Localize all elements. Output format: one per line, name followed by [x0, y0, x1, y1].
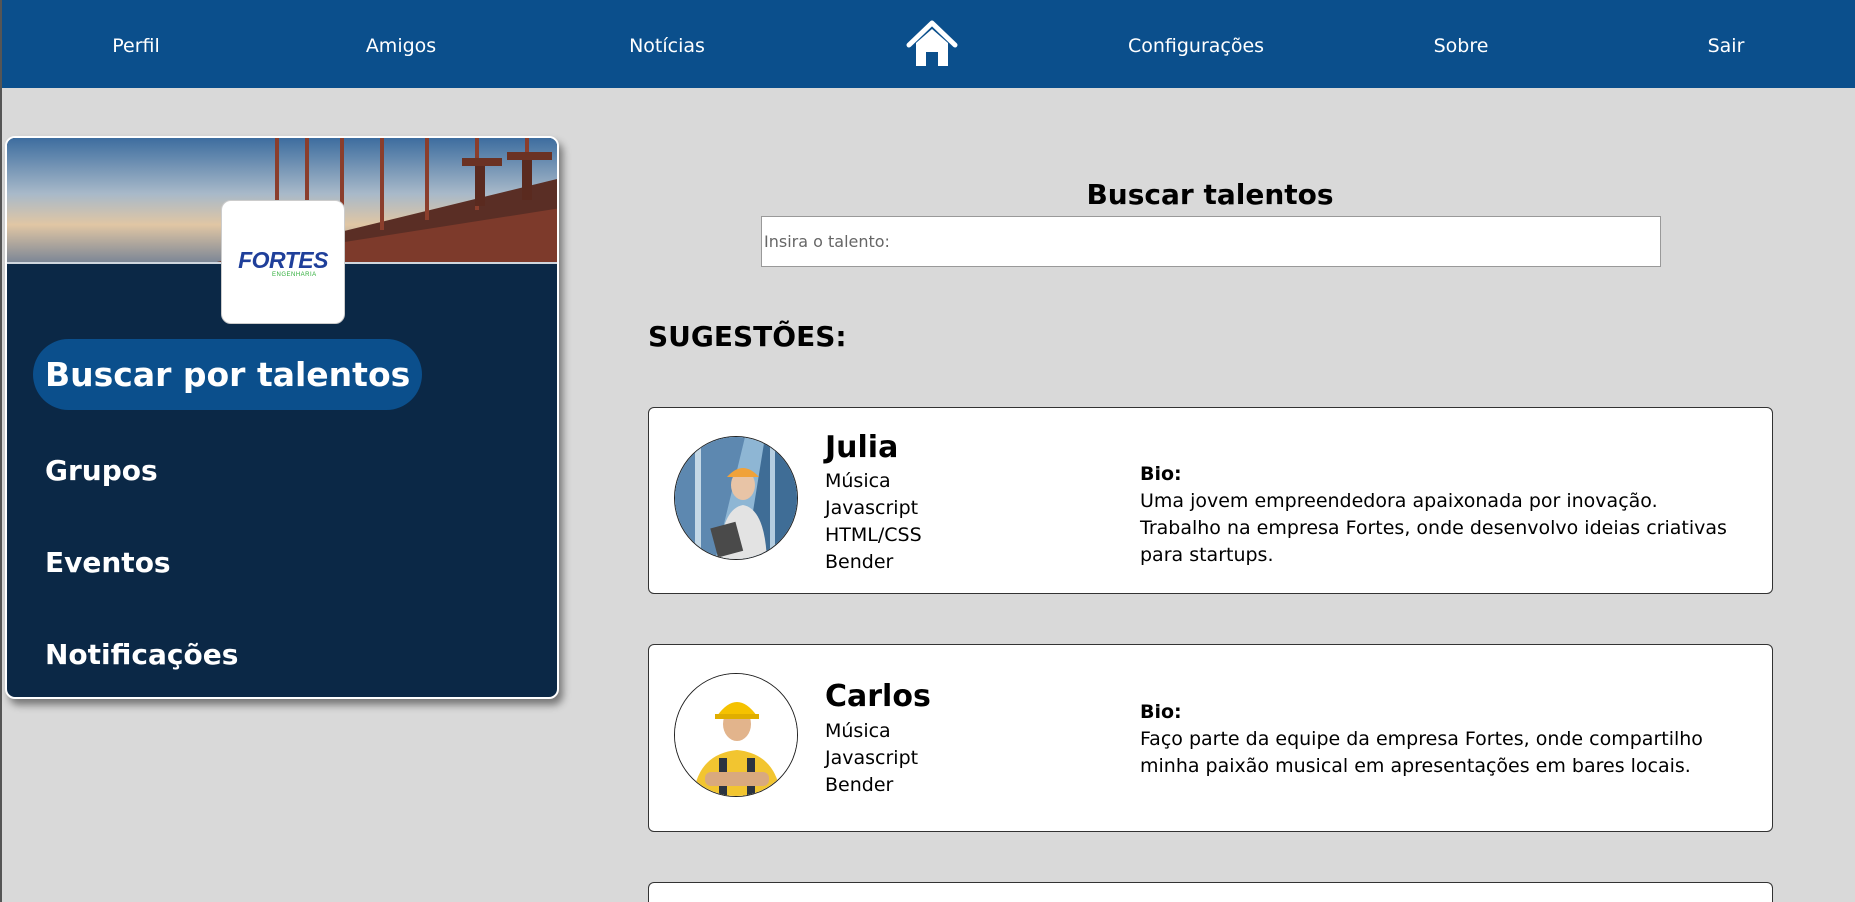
bio-text: Faço parte da equipe da empresa Fortes, …	[1140, 728, 1703, 777]
logo-subtext: ENGENHARIA	[272, 272, 317, 278]
nav-sobre[interactable]: Sobre	[1434, 0, 1489, 88]
sidebar-item-buscar-talentos[interactable]: Buscar por talentos	[33, 339, 423, 410]
sidebar-card: FORTES ENGENHARIA Buscar por talentos Gr…	[5, 136, 559, 699]
sidebar-item-eventos[interactable]: Eventos	[45, 546, 171, 579]
talent-skill: Javascript	[825, 747, 919, 769]
carlos-photo	[675, 674, 797, 796]
search-title: Buscar talentos	[1086, 178, 1334, 211]
talent-name: Julia	[825, 430, 899, 465]
talent-card[interactable]: Carlos Música Javascript Bender Bio: Faç…	[648, 644, 1773, 832]
nav-noticias[interactable]: Notícias	[629, 0, 705, 88]
talent-skill: Javascript	[825, 497, 919, 519]
bio-text: Uma jovem empreendedora apaixonada por i…	[1140, 490, 1727, 566]
company-logo: FORTES ENGENHARIA	[221, 200, 345, 324]
talent-name: Carlos	[825, 679, 931, 714]
nav-perfil[interactable]: Perfil	[112, 0, 160, 88]
avatar	[674, 673, 798, 797]
nav-configuracoes[interactable]: Configurações	[1128, 0, 1264, 88]
talent-search-input[interactable]	[761, 216, 1661, 267]
talent-card[interactable]	[648, 882, 1773, 902]
top-navbar: Perfil Amigos Notícias Configurações Sob…	[2, 0, 1855, 88]
logo-text: FORTES	[238, 247, 328, 273]
talent-skill: HTML/CSS	[825, 524, 922, 546]
home-icon[interactable]	[906, 18, 958, 70]
bio-label: Bio:	[1140, 701, 1182, 723]
talent-skill: Música	[825, 720, 891, 742]
bio-label: Bio:	[1140, 463, 1182, 485]
talent-skill: Bender	[825, 551, 894, 573]
nav-amigos[interactable]: Amigos	[366, 0, 436, 88]
talent-skill: Música	[825, 470, 891, 492]
sidebar-item-notificacoes[interactable]: Notificações	[45, 638, 238, 671]
sidebar-item-grupos[interactable]: Grupos	[45, 454, 158, 487]
talent-skill: Bender	[825, 774, 894, 796]
suggestions-title: SUGESTÕES:	[648, 320, 847, 353]
nav-sair[interactable]: Sair	[1708, 0, 1745, 88]
julia-photo	[675, 437, 797, 559]
avatar	[674, 436, 798, 560]
talent-card[interactable]: Julia Música Javascript HTML/CSS Bender …	[648, 407, 1773, 594]
